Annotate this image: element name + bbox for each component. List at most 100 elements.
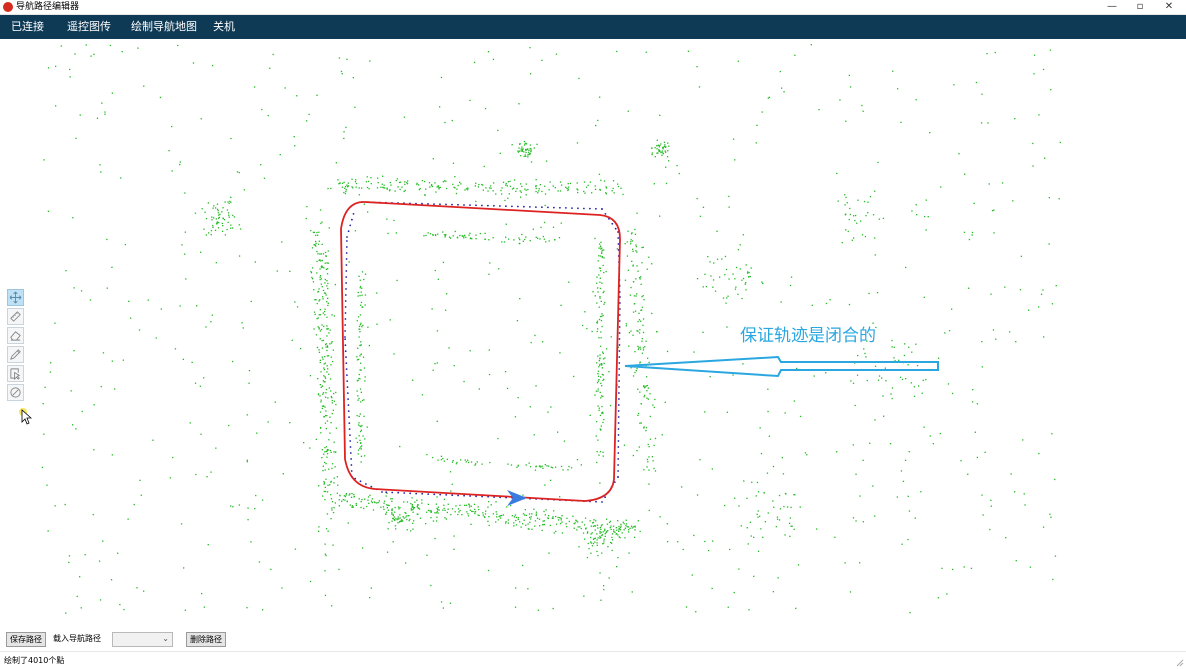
point-cloud-dot xyxy=(549,524,551,527)
tool-pen[interactable] xyxy=(7,346,24,363)
point-cloud-dot xyxy=(631,260,633,262)
map-canvas[interactable]: 保证轨迹是闭合的 xyxy=(0,39,1186,627)
point-cloud-dot xyxy=(318,240,320,242)
point-cloud-dot xyxy=(544,185,546,187)
point-cloud-dot xyxy=(537,609,539,611)
point-cloud-dot xyxy=(606,523,609,525)
point-cloud-dot xyxy=(608,577,610,579)
point-cloud-dot xyxy=(747,543,749,545)
point-cloud-dot xyxy=(981,366,983,368)
point-cloud-dot xyxy=(357,295,359,297)
tool-target[interactable] xyxy=(7,384,24,401)
point-cloud-dot xyxy=(909,612,911,614)
point-cloud-dot xyxy=(219,213,221,215)
point-cloud-dot xyxy=(359,439,361,441)
point-cloud-dot xyxy=(981,93,983,95)
tool-eraser[interactable] xyxy=(7,327,24,344)
point-cloud-dot xyxy=(618,527,620,530)
point-cloud-dot xyxy=(322,289,325,292)
point-cloud-dot xyxy=(322,253,325,255)
minimize-button[interactable]: — xyxy=(1098,0,1126,14)
point-cloud-dot xyxy=(716,258,719,260)
point-cloud-dot xyxy=(614,531,616,533)
point-cloud-dot xyxy=(659,144,661,147)
point-cloud-dot xyxy=(354,106,356,108)
menu-item-draw-map[interactable]: 绘制导航地图 xyxy=(131,15,197,39)
point-cloud-dot xyxy=(306,205,308,208)
menu-item-remote-video[interactable]: 遥控图传 xyxy=(67,15,111,39)
point-cloud-dot xyxy=(411,497,413,499)
trajectory-dot xyxy=(348,422,351,424)
point-cloud-dot xyxy=(418,508,421,510)
close-button[interactable]: ✕ xyxy=(1155,0,1183,14)
trajectory-dot xyxy=(397,491,400,494)
point-cloud-dot xyxy=(489,461,491,464)
navigation-path[interactable] xyxy=(340,201,621,502)
tool-ruler[interactable] xyxy=(7,308,24,325)
point-cloud-dot xyxy=(359,324,362,326)
point-cloud-dot xyxy=(648,361,650,364)
point-cloud-dot xyxy=(361,287,363,289)
point-cloud-dot xyxy=(995,338,997,340)
point-cloud-dot xyxy=(357,395,359,397)
point-cloud-dot xyxy=(321,286,323,288)
point-cloud-dot xyxy=(594,185,596,187)
tool-move[interactable] xyxy=(7,289,24,306)
point-cloud-dot xyxy=(620,187,622,189)
point-cloud-dot xyxy=(487,506,489,508)
resize-grip-icon[interactable] xyxy=(1176,659,1184,667)
point-cloud-dot xyxy=(484,513,487,515)
callout-arrow xyxy=(624,355,939,378)
point-cloud-dot xyxy=(331,341,333,343)
point-cloud-dot xyxy=(891,387,894,389)
point-cloud-dot xyxy=(849,86,852,88)
point-cloud-dot xyxy=(570,467,573,469)
point-cloud-dot xyxy=(745,282,747,284)
point-cloud-dot xyxy=(42,403,44,405)
point-cloud-dot xyxy=(319,359,321,361)
point-cloud-dot xyxy=(338,57,341,59)
point-cloud-dot xyxy=(320,222,322,225)
menu-item-connection[interactable]: 已连接 xyxy=(11,15,44,39)
point-cloud-dot xyxy=(360,369,362,371)
point-cloud-dot xyxy=(598,360,600,362)
point-cloud-dot xyxy=(658,149,660,151)
point-cloud-dot xyxy=(636,265,638,267)
map-drawing[interactable] xyxy=(0,39,1186,627)
point-cloud-dot xyxy=(634,525,636,527)
point-cloud-dot xyxy=(605,270,607,273)
point-cloud-dot xyxy=(520,191,522,193)
delete-path-button[interactable]: 删除路径 xyxy=(186,632,226,647)
point-cloud-dot xyxy=(111,454,113,456)
load-path-select[interactable]: ⌄ xyxy=(112,632,173,647)
point-cloud-dot xyxy=(902,480,905,482)
point-cloud-dot xyxy=(320,427,322,429)
trajectory-dot xyxy=(618,392,620,394)
maximize-button[interactable]: ▫ xyxy=(1126,0,1154,14)
point-cloud-dot xyxy=(216,221,219,223)
point-cloud-dot xyxy=(345,494,347,496)
point-cloud-dot xyxy=(310,272,313,274)
point-cloud-dot xyxy=(211,216,213,218)
point-cloud-dot xyxy=(69,76,71,78)
save-path-button[interactable]: 保存路径 xyxy=(6,632,46,647)
point-cloud-dot xyxy=(537,192,539,194)
menu-item-shutdown[interactable]: 关机 xyxy=(213,15,235,39)
tool-select[interactable] xyxy=(7,365,24,382)
point-cloud-dot xyxy=(294,145,296,147)
point-cloud-dot xyxy=(394,511,396,513)
point-cloud-dot xyxy=(759,515,761,517)
point-cloud-dot xyxy=(324,292,327,294)
point-cloud-dot xyxy=(438,509,440,511)
point-cloud-dot xyxy=(466,511,468,513)
point-cloud-dot xyxy=(391,500,393,502)
point-cloud-dot xyxy=(360,301,363,304)
point-cloud-dot xyxy=(555,523,558,525)
point-cloud-dot xyxy=(453,365,455,367)
point-cloud-dot xyxy=(636,251,638,253)
point-cloud-dot xyxy=(398,521,401,523)
point-cloud-dot xyxy=(612,539,614,541)
point-cloud-dot xyxy=(524,514,526,516)
point-cloud-dot xyxy=(324,499,326,501)
point-cloud-dot xyxy=(376,292,378,294)
